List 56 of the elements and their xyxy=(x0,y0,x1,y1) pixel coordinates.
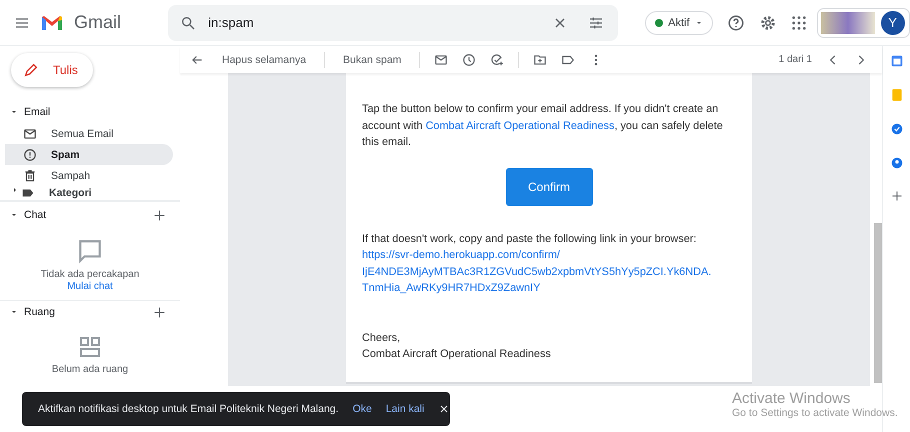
organization-logo xyxy=(820,12,875,34)
envelope-icon xyxy=(434,52,448,66)
caret-icon[interactable] xyxy=(10,308,18,316)
toolbar-action[interactable]: Hapus selamanya xyxy=(218,54,310,66)
activation-notice-text: Go to Settings to activate Windows. xyxy=(732,407,898,419)
section-title[interactable]: Email xyxy=(24,106,166,118)
plus-icon xyxy=(890,190,902,202)
activation-notice-title: Activate Windows xyxy=(732,390,852,407)
email-paragraph: Tap the button below to confirm your email address. If you didn't create an account with Combat Aircraft Operational Readiness, you can safely delete this email. xyxy=(362,102,724,150)
search-icon[interactable] xyxy=(180,14,196,30)
toolbar-action[interactable]: Bukan spam xyxy=(339,54,406,66)
rooms-grid-icon xyxy=(78,335,102,359)
envelope-icon xyxy=(23,126,37,140)
search-field[interactable]: in:spam xyxy=(168,4,618,40)
snackbar-action[interactable]: Lain kali xyxy=(386,403,424,415)
compose-button[interactable]: Tulis xyxy=(11,53,93,87)
account-switcher[interactable]: Y xyxy=(816,8,910,38)
plus-icon xyxy=(153,306,166,318)
close-icon xyxy=(438,403,450,415)
caret-icon[interactable] xyxy=(11,186,19,194)
avatar: Y xyxy=(880,10,905,34)
empty-message: Belum ada ruang xyxy=(52,364,128,375)
page-info: 1 dari 1 xyxy=(778,54,812,65)
folder-item[interactable]: Sampah xyxy=(5,165,173,186)
pencil-icon xyxy=(23,62,39,78)
tasks-icon xyxy=(890,122,904,136)
section-title[interactable]: Ruang xyxy=(24,306,147,318)
clock-icon xyxy=(462,52,476,66)
confirm-url-link[interactable]: https://svr-demo.herokuapp.com/confirm/ IjE4NDE3MjAyMTBAc3R1ZGVudC5wb2xpbmVtYS5hYy5pZCI.Yk6NDA. TnmHia_AwRKy9HR7HDxZ9ZawnIY xyxy=(362,247,736,296)
empty-message: Tidak ada percakapan xyxy=(40,269,140,280)
start-chat-link[interactable]: Mulai chat xyxy=(67,281,113,292)
snackbar-message: Aktifkan notifikasi desktop untuk Email Politeknik Negeri Malang. xyxy=(38,403,339,415)
fallback-text: If that doesn't work, copy and paste the following link in your browser: xyxy=(362,232,698,246)
section-title[interactable]: Chat xyxy=(24,209,147,221)
signoff-line: Combat Aircraft Operational Readiness xyxy=(362,347,552,362)
add-task-icon xyxy=(490,52,504,66)
caret-icon[interactable] xyxy=(10,211,18,219)
plus-icon xyxy=(153,208,166,222)
help-icon xyxy=(726,14,745,32)
move-folder-icon xyxy=(533,52,548,66)
status-dropdown[interactable]: Aktif xyxy=(645,10,713,34)
trash-icon xyxy=(23,168,37,182)
folder-item[interactable]: Spam xyxy=(5,144,173,165)
apps-grid-icon xyxy=(790,14,807,30)
signoff-line: Cheers, xyxy=(362,330,402,346)
caret-icon[interactable] xyxy=(10,108,18,116)
settings-icon xyxy=(758,14,777,32)
folder-item[interactable]: Semua Email xyxy=(5,123,173,144)
confirm-button[interactable]: Confirm xyxy=(506,168,592,206)
sender-link[interactable]: Combat Aircraft Operational Readiness xyxy=(426,120,614,132)
folder-item[interactable]: Kategori xyxy=(5,186,173,200)
chat-bubble-icon xyxy=(77,238,103,264)
spam-icon xyxy=(23,148,37,162)
snackbar-action[interactable]: Oke xyxy=(352,403,372,415)
app-name: Gmail xyxy=(74,12,122,33)
filter-sliders-icon[interactable] xyxy=(588,14,604,30)
